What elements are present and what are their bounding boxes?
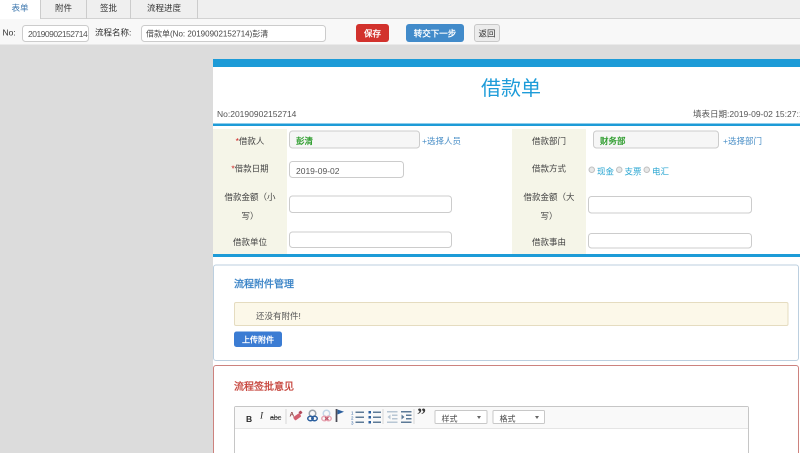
- svg-text:3: 3: [351, 421, 354, 425]
